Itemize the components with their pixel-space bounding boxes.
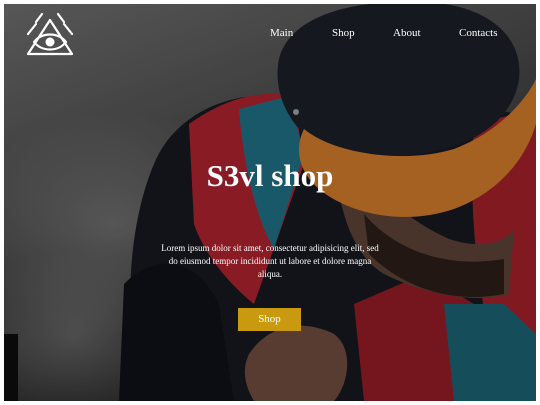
nav-link-contacts[interactable]: Contacts [459,26,498,40]
nav-link-main[interactable]: Main [270,26,293,40]
hero-title: S3vl shop [206,158,334,193]
shop-button[interactable]: Shop [238,308,301,331]
nav-link-about[interactable]: About [393,26,421,40]
hero-description: Lorem ipsum dolor sit amet, consectetur … [161,243,379,279]
hero-overlay [4,4,536,401]
page-frame: Main Shop About Contacts S3vl shop Lorem… [4,4,536,401]
nav-link-shop[interactable]: Shop [332,26,355,40]
main-navigation: Main Shop About Contacts [4,26,536,42]
